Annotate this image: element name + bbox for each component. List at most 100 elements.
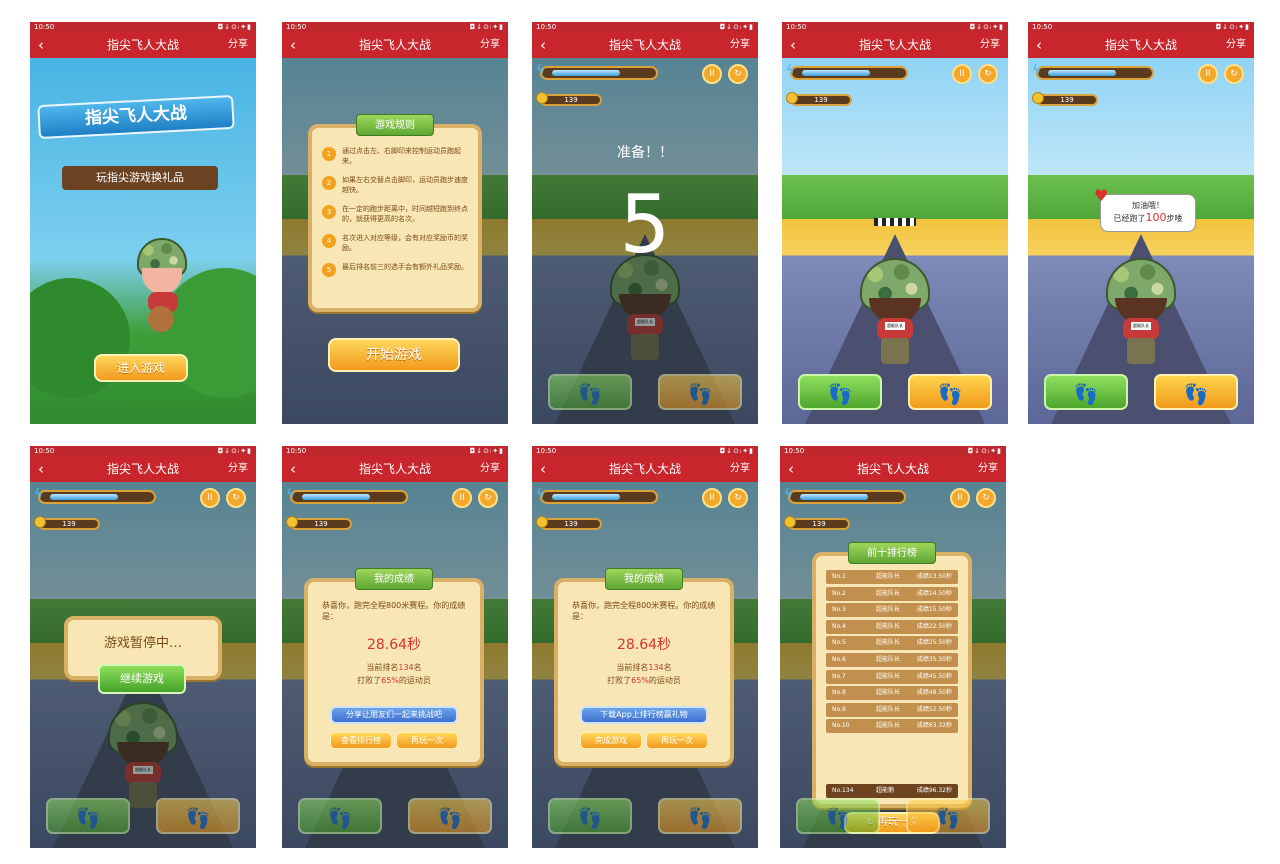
right-foot-button[interactable]: 👣 (658, 374, 742, 410)
pause-button[interactable]: II (952, 64, 972, 84)
enter-game-button[interactable]: 进入游戏 (94, 354, 188, 382)
status-icons: ◘↓⊙ᵢ✦▮ (217, 23, 252, 31)
status-bar: 10:50 ◘↓⊙ᵢ✦▮ (30, 22, 256, 32)
left-foot-button[interactable]: 👣 (798, 374, 882, 410)
countdown-number: 5 (619, 178, 671, 271)
title-bar: ‹ 指尖飞人大战 分享 (532, 32, 758, 58)
rank-suffix: 名 (413, 663, 422, 672)
back-icon[interactable]: ‹ (290, 456, 296, 482)
pause-button[interactable]: II (1198, 64, 1218, 84)
lightning-icon: ϟ (786, 63, 796, 79)
pause-button[interactable]: II (950, 488, 970, 508)
pause-button[interactable]: II (452, 488, 472, 508)
restart-button[interactable]: ↻ (226, 488, 246, 508)
leaderboard-button[interactable]: 查看排行榜 (330, 732, 392, 749)
left-foot-button[interactable]: 👣 (548, 798, 632, 834)
left-foot-button[interactable]: 👣 (796, 798, 880, 834)
status-bar: 10:50 ◘↓⊙ᵢ✦▮ (532, 446, 758, 456)
rank-cell: No.4 (832, 622, 846, 630)
name-cell: 超能鹅 (876, 787, 895, 794)
rank-suffix: 名 (663, 663, 672, 672)
right-foot-button[interactable]: 👣 (1154, 374, 1238, 410)
coin-counter: 139 (286, 516, 352, 530)
left-foot-button[interactable]: 👣 (548, 374, 632, 410)
cheer-line2: 已经跑了100步喽 (1101, 212, 1195, 225)
coin-icon (786, 92, 798, 104)
footprint-icon: 👣 (1073, 382, 1099, 406)
back-icon[interactable]: ‹ (38, 456, 44, 482)
share-button[interactable]: 分享 (730, 456, 750, 482)
share-challenge-button[interactable]: 分享让朋友们一起来挑战吧 (330, 706, 458, 724)
start-game-button[interactable]: 开始游戏 (328, 338, 460, 372)
phone-leaderboard: 10:50 ◘↓⊙ᵢ✦▮ ‹ 指尖飞人大战 分享 ϟ 139 II ↻ 前十排行榜… (780, 446, 1006, 848)
back-icon[interactable]: ‹ (540, 32, 546, 58)
coin-icon (286, 516, 298, 528)
left-foot-button[interactable]: 👣 (298, 798, 382, 834)
share-button[interactable]: 分享 (228, 456, 248, 482)
rule-text: 在一定的跑步距离中，时间越短跑到终点的，就获得更高的名次。 (342, 205, 468, 223)
status-bar: 10:50 ◘↓⊙ᵢ✦▮ (282, 446, 508, 456)
share-button[interactable]: 分享 (730, 32, 750, 58)
rank-cell: No.6 (832, 655, 846, 663)
energy-fill (552, 70, 621, 76)
back-icon[interactable]: ‹ (290, 32, 296, 58)
share-button[interactable]: 分享 (978, 456, 998, 482)
back-icon[interactable]: ‹ (38, 32, 44, 58)
leaderboard-row: No.1 超能队长 成绩13.50秒 (826, 570, 958, 584)
share-button[interactable]: 分享 (480, 32, 500, 58)
pause-button[interactable]: II (702, 488, 722, 508)
status-icons: ◘↓⊙ᵢ✦▮ (719, 23, 754, 31)
coin-counter: 139 (536, 516, 602, 530)
restart-button[interactable]: ↻ (728, 64, 748, 84)
step-count: 100 (1145, 211, 1167, 224)
phone-result-download: 10:50 ◘↓⊙ᵢ✦▮ ‹ 指尖飞人大战 分享 ϟ 139 II ↻ 我的成绩 … (532, 446, 758, 848)
energy-bar: ϟ (536, 63, 658, 80)
status-time: 10:50 (536, 447, 557, 455)
lightning-icon: ϟ (1032, 63, 1042, 79)
right-foot-button[interactable]: 👣 (156, 798, 240, 834)
app-title: 指尖飞人大战 (856, 462, 929, 476)
status-time: 10:50 (536, 23, 557, 31)
restart-button[interactable]: ↻ (1224, 64, 1244, 84)
right-foot-button[interactable]: 👣 (906, 798, 990, 834)
back-icon[interactable]: ‹ (788, 456, 794, 482)
left-foot-button[interactable]: 👣 (46, 798, 130, 834)
pause-button[interactable]: II (200, 488, 220, 508)
status-bar: 10:50 ◘↓⊙ᵢ✦▮ (532, 22, 758, 32)
coin-icon (784, 516, 796, 528)
phone-result-share: 10:50 ◘↓⊙ᵢ✦▮ ‹ 指尖飞人大战 分享 ϟ 139 II ↻ 我的成绩 … (282, 446, 508, 848)
back-icon[interactable]: ‹ (540, 456, 546, 482)
left-foot-button[interactable]: 👣 (1044, 374, 1128, 410)
running-scene: 超能队长 ϟ 139 II ↻ 👣 👣 (782, 58, 1008, 424)
replay-button[interactable]: 再玩一次 (396, 732, 458, 749)
pause-button[interactable]: II (702, 64, 722, 84)
download-app-button[interactable]: 下载App上排行榜赢礼物 (580, 706, 708, 724)
phone-cheer: 10:50 ◘↓⊙ᵢ✦▮ ‹ 指尖飞人大战 分享 超能队长 ϟ 139 II ↻ … (1028, 22, 1254, 424)
right-foot-button[interactable]: 👣 (408, 798, 492, 834)
right-foot-button[interactable]: 👣 (908, 374, 992, 410)
app-title: 指尖飞人大战 (106, 462, 179, 476)
lightning-icon: ϟ (536, 487, 546, 503)
share-button[interactable]: 分享 (1226, 32, 1246, 58)
right-foot-button[interactable]: 👣 (658, 798, 742, 834)
continue-game-button[interactable]: 继续游戏 (98, 664, 186, 694)
name-cell: 超能队长 (876, 705, 901, 713)
result-panel: 我的成绩 恭喜你，跑完全程800米赛程。你的成绩是： 28.64秒 当前排名13… (304, 568, 484, 766)
restart-button[interactable]: ↻ (478, 488, 498, 508)
leaderboard-row: No.9 超能队长 成绩52.50秒 (826, 702, 958, 717)
restart-button[interactable]: ↻ (976, 488, 996, 508)
restart-button[interactable]: ↻ (978, 64, 998, 84)
back-icon[interactable]: ‹ (790, 32, 796, 58)
energy-fill (800, 494, 869, 500)
rank-label: 当前排名 (366, 663, 399, 672)
replay-button[interactable]: 再玩一次 (646, 732, 708, 749)
score-cell: 成绩14.50秒 (916, 589, 952, 597)
title-bar: ‹ 指尖飞人大战 分享 (30, 456, 256, 482)
restart-button[interactable]: ↻ (728, 488, 748, 508)
finish-game-button[interactable]: 完成游戏 (580, 732, 642, 749)
cheer-text: 步喽 (1166, 214, 1183, 223)
back-icon[interactable]: ‹ (1036, 32, 1042, 58)
share-button[interactable]: 分享 (480, 456, 500, 482)
share-button[interactable]: 分享 (228, 32, 248, 58)
share-button[interactable]: 分享 (980, 32, 1000, 58)
